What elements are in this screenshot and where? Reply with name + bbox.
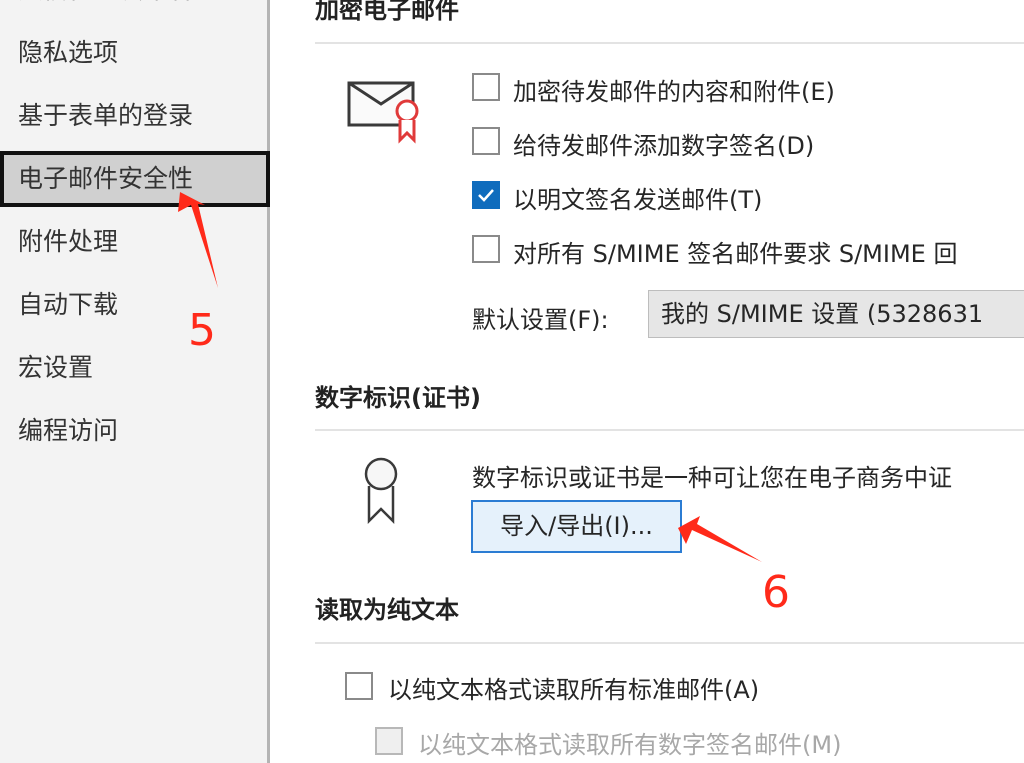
request-receipt-checkbox[interactable] — [472, 235, 500, 263]
request-receipt-label: 对所有 S/MIME 签名邮件要求 S/MIME 回 — [513, 240, 958, 268]
read-plain-text-checkbox[interactable] — [345, 672, 373, 700]
certs-description: 数字标识或证书是一种可让您在电子商务中证 — [472, 464, 952, 492]
sidebar-item-privacy[interactable]: 隐私选项 — [0, 25, 270, 81]
sidebar-item-email-security[interactable]: 电子邮件安全性 — [0, 151, 270, 207]
encrypt-heading: 加密电子邮件 — [315, 0, 459, 24]
plain-text-heading: 读取为纯文本 — [315, 596, 459, 624]
clear-text-signed-label: 以明文签名发送邮件(T) — [513, 186, 763, 214]
clear-text-signed-checkbox[interactable] — [472, 181, 500, 209]
encrypt-contents-checkbox[interactable] — [472, 73, 500, 101]
add-signature-checkbox[interactable] — [472, 127, 500, 155]
divider — [315, 42, 1024, 44]
arrow-6 — [678, 516, 762, 562]
default-setting-label: 默认设置(F): — [472, 306, 609, 334]
read-signed-plain-text-checkbox — [375, 727, 403, 755]
add-signature-label: 给待发邮件添加数字签名(D) — [513, 132, 815, 160]
divider — [315, 642, 1024, 644]
sidebar-item-form-login[interactable]: 基于表单的登录 — [0, 88, 270, 144]
envelope-certificate-icon — [347, 81, 419, 144]
sidebar-item-auto-download[interactable]: 自动下载 — [0, 277, 270, 333]
certificate-ribbon-icon — [364, 457, 398, 525]
sidebar-item-trusted-publishers[interactable]: 受信任的发布者 — [0, 0, 270, 18]
sidebar-item-programmatic-access[interactable]: 编程访问 — [0, 403, 270, 459]
step-6-label: 6 — [762, 567, 790, 618]
step-5-label: 5 — [188, 305, 216, 356]
sidebar: 受信任的发布者 隐私选项 基于表单的登录 电子邮件安全性 附件处理 自动下载 宏… — [0, 0, 270, 763]
sidebar-item-macros[interactable]: 宏设置 — [0, 340, 270, 396]
read-plain-text-label: 以纯文本格式读取所有标准邮件(A) — [388, 676, 760, 704]
encrypt-contents-label: 加密待发邮件的内容和附件(E) — [513, 78, 835, 106]
default-setting-dropdown[interactable]: 我的 S/MIME 设置 (5328631 — [648, 290, 1024, 338]
check-icon — [478, 189, 494, 202]
read-signed-plain-text-label: 以纯文本格式读取所有数字签名邮件(M) — [418, 731, 842, 759]
import-export-button[interactable]: 导入/导出(I)... — [471, 500, 682, 553]
divider — [315, 429, 1024, 431]
sidebar-item-attachments[interactable]: 附件处理 — [0, 214, 270, 270]
certs-heading: 数字标识(证书) — [315, 384, 481, 412]
